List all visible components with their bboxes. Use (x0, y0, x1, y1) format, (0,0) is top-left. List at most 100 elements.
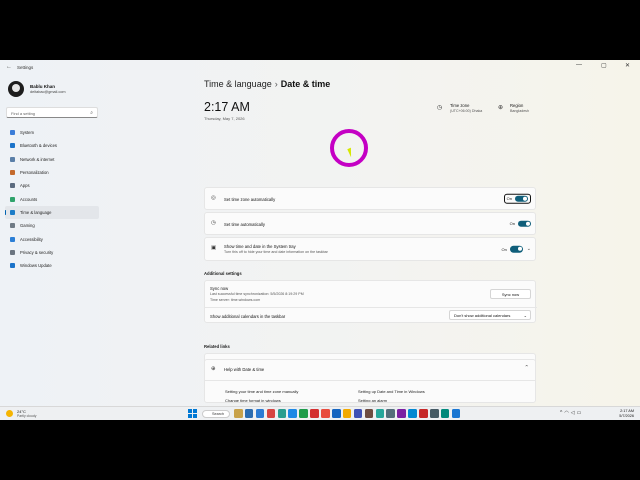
search-input[interactable]: Find a setting ⌕ (6, 107, 98, 118)
taskbar-search[interactable]: Search (202, 409, 230, 418)
set-timezone-auto-label: Set time zone automatically (224, 197, 276, 202)
help-date-time-card: ⊕ Help with Date & time ⌃ Setting your time… (204, 359, 536, 403)
help-link[interactable]: Change time format in windows (225, 398, 281, 402)
toggle-switch[interactable] (515, 195, 528, 202)
settings-window: ← Settings — ▢ ✕ Bablu Khan deltabac@gma… (0, 60, 640, 415)
taskbar-app-icon[interactable] (419, 409, 428, 418)
page-title: Date & time (280, 79, 331, 89)
sidebar-item-label: Apps (20, 183, 30, 189)
taskbar-date: 5/7/2026 (619, 414, 634, 418)
system-tray[interactable]: ^◠◁▭ (560, 410, 583, 416)
taskbar-app-icon[interactable] (375, 409, 385, 418)
globe-clock-icon: ◷ (437, 105, 443, 111)
sidebar-item-personalization[interactable]: Personalization (5, 166, 99, 179)
taskbar-app-icon[interactable] (321, 409, 330, 418)
taskbar-app-icon[interactable] (234, 409, 243, 418)
current-date: Thursday, May 7, 2026 (204, 116, 245, 121)
close-icon[interactable]: ✕ (625, 62, 630, 69)
sidebar-item-bluetooth-devices[interactable]: Bluetooth & devices (5, 139, 99, 152)
sidebar-item-gaming[interactable]: Gaming (5, 219, 99, 232)
back-arrow-icon[interactable]: ← (6, 64, 12, 70)
taskbar-app-icon[interactable] (408, 409, 417, 418)
sync-card: Sync now Last successful time synchroniz… (204, 280, 537, 323)
sidebar-item-privacy-security[interactable]: Privacy & security (5, 246, 99, 259)
screen: ← Settings — ▢ ✕ Bablu Khan deltabac@gma… (0, 60, 640, 420)
sidebar-item-label: Time & language (20, 209, 52, 215)
timezone-label: Time zone (450, 103, 470, 108)
user-profile[interactable]: Bablu Khan deltabac@gmail.com (8, 81, 104, 105)
sidebar-item-label: Gaming (20, 223, 35, 229)
sidebar-item-label: Windows Update (20, 263, 52, 269)
set-timezone-auto-toggle[interactable]: On (503, 193, 531, 204)
taskbar-app-icon[interactable] (440, 409, 450, 418)
help-icon: ⊕ (211, 366, 216, 372)
taskbar-app-icon[interactable] (397, 409, 406, 418)
additional-calendars-dropdown[interactable]: Don't show additional calendars ⌄ (449, 310, 531, 320)
region-label: Region (510, 103, 524, 108)
related-links-heading: Related links (204, 344, 230, 349)
sidebar-item-windows-update[interactable]: Windows Update (5, 259, 99, 272)
sync-last-time: Last successful time synchronization: 5/… (210, 292, 304, 296)
taskbar-app-icon[interactable] (342, 409, 352, 418)
nav-icon (10, 209, 15, 215)
taskbar-app-icon[interactable] (244, 409, 254, 418)
timezone-value: (UTC+06:00) Dhaka (450, 109, 483, 113)
start-button[interactable] (188, 409, 197, 418)
divider (205, 307, 537, 308)
taskbar-app-icon[interactable] (277, 409, 287, 418)
sidebar-item-time-language[interactable]: Time & language (5, 205, 99, 220)
taskbar: 24°C Partly cloudy Search ^◠◁▭ 2:17 AM 5… (0, 406, 640, 420)
chevron-up-icon[interactable]: ⌃ (524, 365, 529, 371)
toggle-switch[interactable] (518, 220, 531, 227)
taskbar-app-icon[interactable] (288, 409, 297, 418)
help-link[interactable]: Setting up Date and Time in Windows (358, 389, 425, 394)
sidebar-item-network-internet[interactable]: Network & internet (5, 153, 99, 166)
sidebar-item-label: Accounts (20, 196, 38, 202)
taskbar-app-icon[interactable] (430, 409, 439, 418)
maximize-icon[interactable]: ▢ (601, 62, 607, 69)
set-time-auto-card: ◷ Set time automatically On (204, 212, 536, 235)
taskbar-app-icon[interactable] (299, 409, 308, 418)
weather-widget[interactable]: 24°C Partly cloudy (17, 409, 36, 418)
taskbar-app-icon[interactable] (364, 409, 374, 418)
toggle-state: On (506, 196, 512, 201)
taskbar-app-icon[interactable] (310, 409, 319, 418)
help-link[interactable]: Setting an alarm (358, 398, 387, 402)
sidebar-nav: System Bluetooth & devices Network & inter… (5, 126, 99, 272)
taskbar-app-icon[interactable] (332, 409, 341, 418)
additional-calendars-label: Show additional calendars in the taskbar (210, 314, 286, 319)
help-link[interactable]: Setting your time and time zone manually (225, 389, 298, 394)
battery-icon[interactable]: ▭ (577, 410, 584, 416)
sidebar-item-accessibility[interactable]: Accessibility (5, 232, 99, 245)
sidebar-item-system[interactable]: System (5, 126, 99, 139)
timezone-auto-icon: ◎ (211, 195, 216, 201)
nav-icon (10, 183, 15, 189)
show-time-tray-description: Turn this off to hide your time and date… (224, 250, 328, 254)
sync-server: Time server: time.windows.com (210, 298, 261, 302)
toggle-switch[interactable] (509, 245, 523, 253)
taskbar-app-icon[interactable] (353, 409, 363, 418)
taskbar-app-icon[interactable] (255, 409, 265, 418)
sidebar-item-apps[interactable]: Apps (5, 179, 99, 192)
taskbar-app-icon[interactable] (451, 409, 461, 418)
taskbar-clock[interactable]: 2:17 AM 5/7/2026 (619, 409, 634, 419)
avatar (8, 81, 24, 97)
show-time-tray-card[interactable]: ▣ Show time and date in the System tray … (204, 237, 536, 261)
show-time-tray-toggle[interactable]: On ⌄ (501, 245, 531, 253)
calendar-icon: ▣ (211, 245, 217, 251)
taskbar-app-icon[interactable] (266, 409, 276, 418)
nav-icon (10, 196, 15, 202)
help-title[interactable]: Help with Date & time (224, 367, 264, 372)
search-icon: ⌕ (90, 110, 93, 116)
taskbar-app-icon[interactable] (386, 409, 395, 418)
chevron-down-icon[interactable]: ⌄ (527, 246, 531, 252)
sidebar-item-accounts[interactable]: Accounts (5, 192, 99, 205)
breadcrumb-parent[interactable]: Time & language (204, 79, 272, 89)
nav-icon (10, 236, 15, 242)
sidebar-item-label: Privacy & security (20, 249, 54, 255)
sync-now-button[interactable]: Sync now (490, 289, 531, 299)
sidebar-item-label: Network & internet (20, 156, 55, 162)
minimize-icon[interactable]: — (576, 62, 582, 68)
set-time-auto-toggle[interactable]: On (510, 220, 531, 227)
sidebar-item-label: Bluetooth & devices (20, 143, 58, 149)
